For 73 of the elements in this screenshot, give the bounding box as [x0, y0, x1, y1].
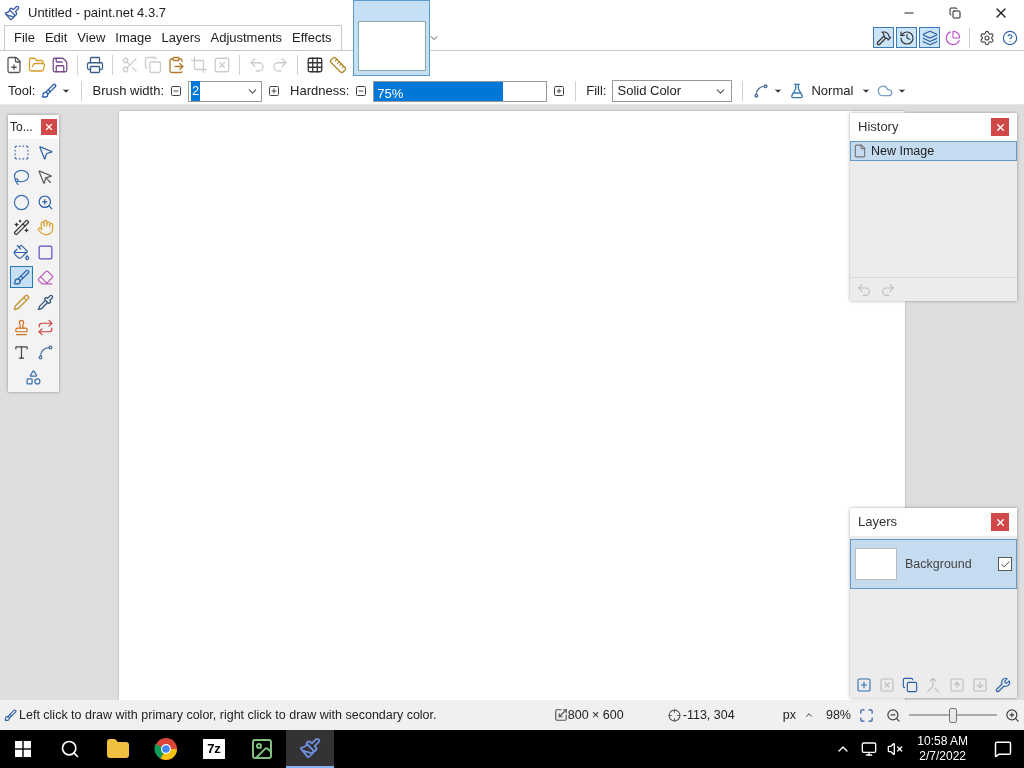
clock-icon[interactable]: [896, 27, 917, 48]
close-icon[interactable]: [41, 119, 57, 135]
notifications-icon[interactable]: [994, 740, 1012, 758]
decrease-icon[interactable]: [170, 85, 182, 97]
add-layer-icon[interactable]: [854, 675, 874, 695]
menu-item[interactable]: Image: [110, 28, 157, 48]
menu-item[interactable]: Edit: [39, 28, 73, 48]
flask-icon: [789, 83, 806, 99]
tool-label: Tool:: [8, 82, 36, 101]
fill-label: Fill:: [586, 82, 607, 101]
close-icon[interactable]: [991, 513, 1009, 531]
menu-item[interactable]: File: [9, 28, 40, 48]
brush-width-label: Brush width:: [92, 82, 164, 101]
image-thumbnail: [357, 21, 426, 71]
archiver-logo: 7z: [201, 737, 227, 761]
cursor-position-icon: [667, 708, 681, 722]
network-icon[interactable]: [861, 741, 878, 757]
increase-icon[interactable]: [553, 85, 566, 97]
brush-width-field[interactable]: 2: [188, 80, 262, 102]
zoom-to-window-icon[interactable]: [859, 707, 874, 723]
zoom-level: 98%: [825, 706, 851, 724]
zoom-slider-thumb[interactable]: [949, 707, 957, 723]
zoom-in-icon[interactable]: [1005, 707, 1020, 723]
panel-title: To...: [10, 119, 33, 136]
menu-item[interactable]: Effects: [287, 28, 337, 48]
blend-mode-dropdown[interactable]: Normal: [811, 81, 872, 101]
hardness-slider[interactable]: 75%: [373, 80, 548, 102]
image-size: 800 × 600: [567, 706, 625, 724]
decrease-icon[interactable]: [355, 85, 368, 97]
hardness-reading: 75%: [377, 84, 404, 103]
image-size-icon: [553, 708, 568, 722]
archiver-button[interactable]: 7z: [190, 730, 238, 768]
paintbrush-icon[interactable]: [286, 730, 334, 768]
layer-visibility-checkbox[interactable]: [998, 557, 1012, 571]
menu-item[interactable]: View: [72, 28, 111, 48]
tool-dropdown[interactable]: [41, 83, 72, 99]
paintbrush-icon[interactable]: [9, 266, 33, 288]
fill-dropdown[interactable]: Solid Color: [612, 80, 733, 102]
antialiasing-dropdown[interactable]: [753, 83, 784, 99]
caret-icon: [897, 86, 908, 96]
menu-item[interactable]: Layers: [156, 28, 206, 48]
history-item[interactable]: New Image: [850, 141, 1017, 161]
hammer-icon[interactable]: [873, 27, 894, 48]
zoom-slider[interactable]: [909, 707, 997, 723]
layers-icon[interactable]: [919, 27, 940, 48]
hardness-label: Hardness:: [290, 82, 350, 101]
image-thumbnail-tab[interactable]: [353, 0, 430, 76]
document-icon: [853, 144, 867, 158]
browser-icon: [154, 737, 178, 761]
caret-icon: [861, 86, 872, 96]
caret-icon: [803, 710, 814, 720]
menu-item[interactable]: Adjustments: [205, 28, 288, 48]
app-icon: [4, 5, 20, 21]
panel-title: Layers: [858, 513, 898, 532]
layer-thumbnail: [855, 548, 897, 580]
caret-icon: [61, 86, 72, 96]
window-title: Untitled - paint.net 4.3.7: [28, 4, 167, 23]
clock-time: 10:58 AM: [917, 734, 968, 749]
cursor-position: -113, 304: [682, 706, 736, 724]
layer-name: Background: [905, 555, 973, 573]
close-icon[interactable]: [991, 118, 1009, 136]
zoom-out-icon[interactable]: [886, 707, 901, 723]
panel-title: History: [858, 118, 899, 137]
increase-icon[interactable]: [268, 85, 280, 97]
paintbrush-icon: [4, 708, 17, 722]
windows-start-icon[interactable]: [15, 741, 31, 757]
caret-icon: [773, 86, 784, 96]
status-hint: Left click to draw with primary color, right click to draw with secondary color.: [19, 706, 437, 724]
clock-date: 2/7/2022: [919, 749, 966, 764]
speaker-muted-icon[interactable]: [887, 741, 904, 757]
unit-dropdown[interactable]: px: [782, 705, 814, 725]
layer-row[interactable]: Background: [850, 539, 1017, 589]
selection-mode-dropdown[interactable]: [877, 83, 908, 99]
